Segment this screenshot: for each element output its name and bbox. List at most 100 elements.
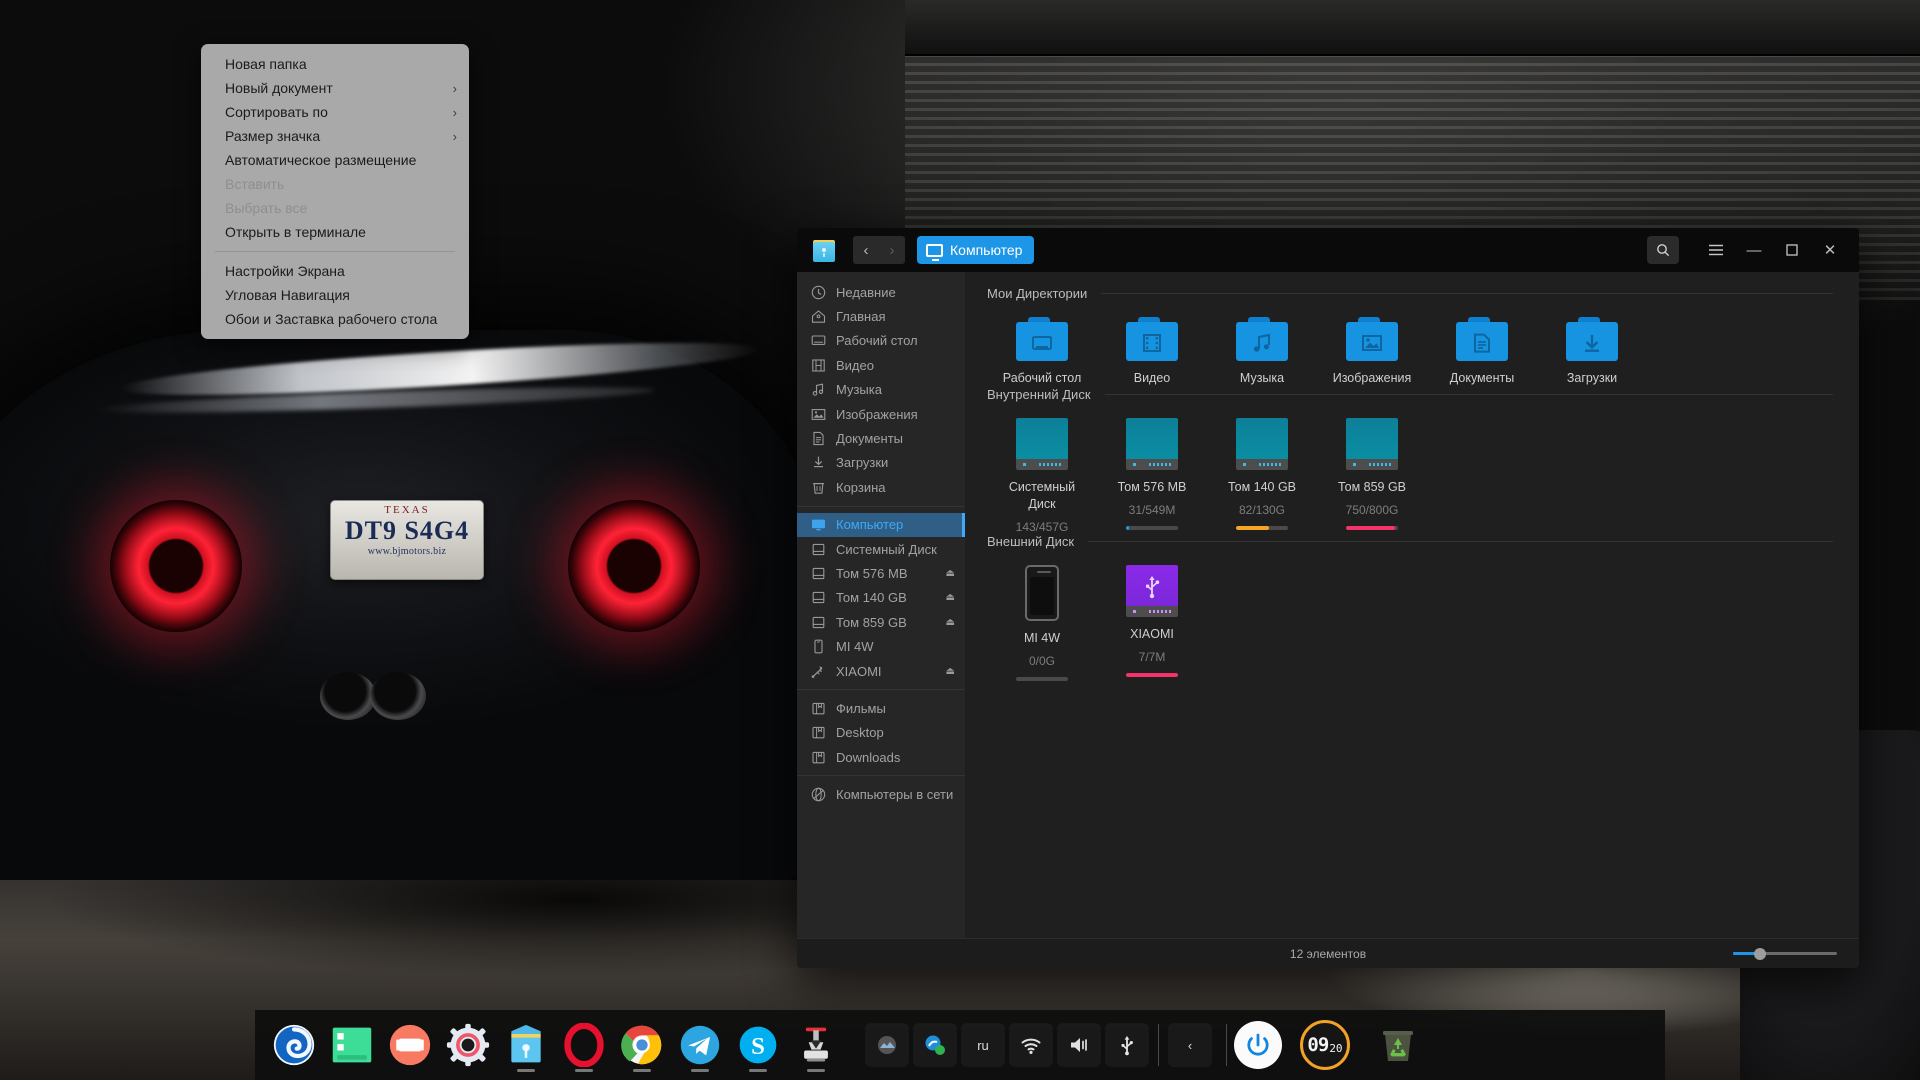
tray-tray-app-icon[interactable] (865, 1023, 909, 1067)
file-item[interactable]: Музыка (1207, 307, 1317, 387)
tray-keyboard-layout[interactable]: ru (961, 1023, 1005, 1067)
sidebar-item-корзина[interactable]: Корзина (797, 475, 965, 499)
item-count-label: 12 элементов (1289, 946, 1367, 961)
sidebar-item-видео[interactable]: Видео (797, 353, 965, 377)
sidebar-item-рабочий-стол[interactable]: Рабочий стол (797, 329, 965, 353)
sidebar-item-label: Загрузки (836, 455, 889, 471)
sidebar-item-системный-диск[interactable]: Системный Диск (797, 537, 965, 561)
sidebar-item-том-576-mb[interactable]: Том 576 MB ⏏ (797, 561, 965, 585)
tray-volume-icon[interactable] (1057, 1023, 1101, 1067)
close-button[interactable]: ✕ (1811, 234, 1849, 266)
sidebar-item-главная[interactable]: Главная (797, 304, 965, 328)
sidebar-item-том-859-gb[interactable]: Том 859 GB ⏏ (797, 610, 965, 634)
file-item[interactable]: Системный Диск 143/457G (987, 408, 1097, 534)
dock-terminal-icon[interactable] (323, 1016, 381, 1074)
dock-movie-player-icon[interactable] (381, 1016, 439, 1074)
eject-icon[interactable]: ⏏ (946, 666, 955, 677)
sidebar-item-downloads[interactable]: Downloads (797, 745, 965, 769)
dock-file-manager-icon[interactable] (497, 1016, 555, 1074)
context-menu-item[interactable]: Угловая Навигация (201, 283, 469, 307)
dock-telegram-icon[interactable] (671, 1016, 729, 1074)
file-item[interactable]: Том 140 GB 82/130G (1207, 408, 1317, 534)
phone-icon (811, 639, 826, 654)
context-menu-item[interactable]: Автоматическое размещение (201, 148, 469, 172)
tray-usb-icon[interactable] (1105, 1023, 1149, 1067)
maximize-button[interactable] (1773, 234, 1811, 266)
forward-button[interactable]: › (879, 236, 905, 264)
eject-icon[interactable]: ⏏ (946, 617, 955, 628)
dock-settings-icon[interactable] (439, 1016, 497, 1074)
running-indicator (749, 1069, 767, 1072)
sidebar-separator (797, 689, 965, 691)
file-item[interactable]: MI 4W 0/0G (987, 555, 1097, 681)
wallpaper-license-plate: TEXAS DT9 S4G4 www.bjmotors.biz (330, 500, 484, 580)
dock-downloader-icon[interactable] (787, 1016, 845, 1074)
back-button[interactable]: ‹ (853, 236, 879, 264)
dock-opera-icon[interactable] (555, 1016, 613, 1074)
tray-separator (1158, 1024, 1159, 1066)
context-menu-item[interactable]: Сортировать по › (201, 100, 469, 124)
file-manager-titlebar[interactable]: ‹ › Компьютер — ✕ (797, 228, 1859, 272)
wallpaper-exhaust-right (370, 672, 426, 720)
dock-chrome-icon[interactable] (613, 1016, 671, 1074)
sidebar[interactable]: Недавние Главная Рабочий стол Видео Музыка Из… (797, 272, 965, 938)
context-menu-item[interactable]: Настройки Экрана (201, 259, 469, 283)
file-item-label: Системный Диск (1008, 480, 1076, 511)
tray-tray-status-icon[interactable] (913, 1023, 957, 1067)
desktop-context-menu[interactable]: Новая папка Новый документ › Сортировать по… (201, 44, 469, 339)
search-icon[interactable] (1647, 236, 1679, 264)
file-item[interactable]: Загрузки (1537, 307, 1647, 387)
sidebar-item-недавние[interactable]: Недавние (797, 280, 965, 304)
sidebar-item-изображения[interactable]: Изображения (797, 402, 965, 426)
context-menu-separator (215, 251, 455, 252)
sidebar-item-компьютеры-в-сети[interactable]: Компьютеры в сети (797, 782, 965, 806)
file-item[interactable]: XIAOMI 7/7M (1097, 555, 1207, 681)
context-menu-item[interactable]: Открыть в терминале (201, 220, 469, 244)
sidebar-item-label: XIAOMI (836, 663, 882, 679)
slider-handle[interactable] (1753, 947, 1766, 960)
sidebar-item-xiaomi[interactable]: XIAOMI ⏏ (797, 659, 965, 683)
running-indicator (517, 1069, 535, 1072)
disk-usage-bar (1126, 673, 1178, 677)
taskbar-dock[interactable]: Sru ‹ 09 20 (255, 1010, 1665, 1080)
tray-expand-button[interactable]: ‹ (1168, 1023, 1212, 1067)
sidebar-item-загрузки[interactable]: Загрузки (797, 451, 965, 475)
file-item[interactable]: Рабочий стол (987, 307, 1097, 387)
context-menu-item[interactable]: Размер значка › (201, 124, 469, 148)
tray-wifi-icon[interactable] (1009, 1023, 1053, 1067)
file-item[interactable]: Изображения (1317, 307, 1427, 387)
sidebar-item-компьютер[interactable]: Компьютер (797, 512, 965, 538)
sidebar-item-фильмы[interactable]: Фильмы (797, 696, 965, 720)
dock-deepin-launcher-icon[interactable] (265, 1016, 323, 1074)
file-item[interactable]: Том 859 GB 750/800G (1317, 408, 1427, 534)
file-item[interactable]: Том 576 MB 31/549M (1097, 408, 1207, 534)
sidebar-item-desktop[interactable]: Desktop (797, 721, 965, 745)
icon-size-slider[interactable] (1733, 947, 1837, 961)
context-menu-item[interactable]: Новая папка (201, 52, 469, 76)
context-menu-item[interactable]: Обои и Заставка рабочего стола (201, 307, 469, 331)
context-menu-item[interactable]: Новый документ › (201, 76, 469, 100)
trash-icon (811, 480, 826, 495)
sidebar-item-музыка[interactable]: Музыка (797, 378, 965, 402)
clock-widget[interactable]: 09 20 (1300, 1020, 1350, 1070)
eject-icon[interactable]: ⏏ (946, 592, 955, 603)
power-icon[interactable] (1234, 1021, 1282, 1069)
disk-usage-label: 7/7M (1138, 650, 1166, 664)
breadcrumb[interactable]: Компьютер (917, 236, 1035, 264)
wallpaper-taillight-right (568, 500, 700, 632)
slider-track[interactable] (1733, 947, 1837, 960)
disk-usage-bar (1346, 526, 1398, 530)
minimize-button[interactable]: — (1735, 234, 1773, 266)
recycle-bin-icon[interactable] (1372, 1019, 1424, 1071)
content-area[interactable]: Мои Директории Рабочий стол Видео Музыка Изо… (965, 272, 1859, 938)
eject-icon[interactable]: ⏏ (946, 568, 955, 579)
sidebar-item-документы[interactable]: Документы (797, 426, 965, 450)
sidebar-item-mi-4w[interactable]: MI 4W (797, 634, 965, 658)
file-item[interactable]: Видео (1097, 307, 1207, 387)
dock-skype-icon[interactable]: S (729, 1016, 787, 1074)
file-manager-window[interactable]: ‹ › Компьютер — ✕ Недавние Главная Рабочий… (797, 228, 1859, 968)
sidebar-item-том-140-gb[interactable]: Том 140 GB ⏏ (797, 586, 965, 610)
context-menu-item-label: Выбрать все (225, 200, 308, 216)
hamburger-menu-icon[interactable] (1697, 234, 1735, 266)
file-item[interactable]: Документы (1427, 307, 1537, 387)
